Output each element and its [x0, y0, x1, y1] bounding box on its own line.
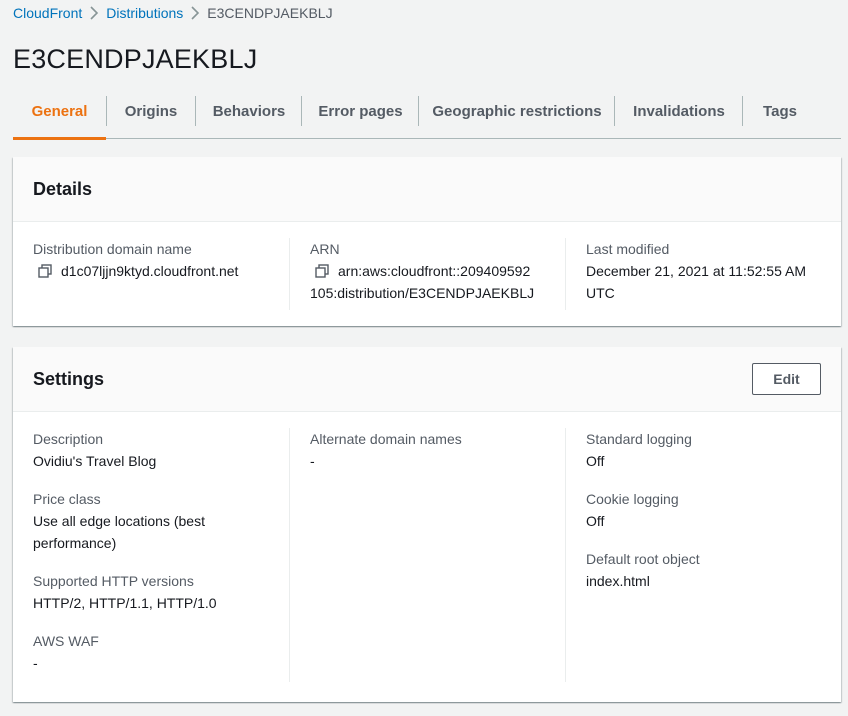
last-modified-field: Last modified December 21, 2021 at 11:52…	[586, 238, 826, 304]
description-value: Ovidiu's Travel Blog	[33, 453, 157, 469]
tab-label: General	[31, 103, 88, 120]
http-versions-value: HTTP/2, HTTP/1.1, HTTP/1.0	[33, 595, 217, 611]
last-modified-line2: UTC	[586, 285, 615, 301]
standard-logging-value: Off	[586, 453, 605, 469]
field-label: Description	[33, 431, 104, 447]
tab-divider	[106, 96, 107, 126]
tab-origins[interactable]: Origins	[106, 84, 196, 139]
default-root-object-field: Default root object index.html	[586, 548, 826, 592]
default-root-object-value: index.html	[586, 573, 650, 589]
last-modified-line1: December 21, 2021 at 11:52:55 AM	[586, 263, 806, 279]
breadcrumb-distributions-link[interactable]: Distributions	[106, 5, 183, 21]
edit-button[interactable]: Edit	[752, 363, 821, 395]
settings-panel: Settings Edit Description Ovidiu's Trave…	[13, 347, 841, 702]
tab-label: Behaviors	[212, 103, 286, 120]
http-versions-field: Supported HTTP versions HTTP/2, HTTP/1.1…	[33, 570, 288, 614]
field-label: Default root object	[586, 551, 700, 567]
field-label: Price class	[33, 491, 101, 507]
distribution-domain-value: d1c07ljjn9ktyd.cloudfront.net	[61, 263, 239, 279]
tab-error-pages[interactable]: Error pages	[302, 84, 419, 139]
column-divider	[565, 238, 566, 310]
field-label: ARN	[310, 241, 340, 257]
arn-field: ARN arn:aws:cloudfront::209409592 105:di…	[310, 238, 565, 304]
copy-icon[interactable]	[38, 260, 58, 282]
column-divider	[289, 238, 290, 310]
field-label: Last modified	[586, 241, 670, 257]
column-divider	[565, 428, 566, 682]
tab-general[interactable]: General	[13, 84, 106, 140]
settings-columns: Description Ovidiu's Travel Blog Price c…	[13, 412, 841, 702]
field-label: Distribution domain name	[33, 241, 192, 257]
settings-title: Settings	[33, 369, 105, 389]
field-label: Cookie logging	[586, 491, 679, 507]
settings-header: Settings Edit	[13, 347, 841, 412]
details-columns: Distribution domain name d1c07ljjn9ktyd.…	[13, 222, 841, 326]
aws-waf-field: AWS WAF -	[33, 630, 288, 674]
chevron-right-icon	[183, 4, 207, 22]
arn-value-line2: 105:distribution/E3CENDPJAEKBLJ	[310, 285, 535, 301]
tab-behaviors[interactable]: Behaviors	[196, 84, 302, 139]
cookie-logging-value: Off	[586, 513, 605, 529]
alternate-domains-field: Alternate domain names -	[310, 428, 565, 472]
tab-label: Geographic restrictions	[432, 103, 602, 120]
field-label: AWS WAF	[33, 633, 99, 649]
tab-invalidations[interactable]: Invalidations	[615, 84, 743, 139]
details-panel: Details Distribution domain name d1c07lj…	[13, 157, 841, 326]
price-class-line1: Use all edge locations (best	[33, 513, 205, 529]
breadcrumb-cloudfront-link[interactable]: CloudFront	[13, 5, 82, 21]
tab-label: Tags	[763, 103, 797, 120]
settings-column-2: Alternate domain names -	[310, 428, 565, 488]
distribution-domain-field: Distribution domain name d1c07ljjn9ktyd.…	[33, 238, 288, 282]
tab-tags[interactable]: Tags	[743, 84, 817, 139]
arn-value-line1: arn:aws:cloudfront::209409592	[338, 263, 531, 279]
tab-bar: General Origins Behaviors Error pages Ge…	[13, 84, 841, 140]
field-label: Supported HTTP versions	[33, 573, 194, 589]
copy-icon[interactable]	[315, 260, 335, 282]
alternate-domains-value: -	[310, 453, 315, 469]
details-header: Details	[13, 157, 841, 222]
settings-column-1: Description Ovidiu's Travel Blog Price c…	[33, 428, 288, 690]
price-class-line2: performance)	[33, 535, 117, 551]
tab-label: Origins	[124, 103, 178, 120]
column-divider	[289, 428, 290, 682]
cookie-logging-field: Cookie logging Off	[586, 488, 826, 532]
details-title: Details	[33, 179, 93, 199]
price-class-field: Price class Use all edge locations (best…	[33, 488, 288, 554]
tab-geographic-restrictions[interactable]: Geographic restrictions	[419, 84, 615, 139]
aws-waf-value: -	[33, 655, 38, 671]
description-field: Description Ovidiu's Travel Blog	[33, 428, 288, 472]
field-label: Standard logging	[586, 431, 692, 447]
page-title: E3CENDPJAEKBLJ	[13, 44, 258, 74]
tab-label: Invalidations	[633, 103, 725, 120]
settings-column-3: Standard logging Off Cookie logging Off …	[586, 428, 826, 608]
standard-logging-field: Standard logging Off	[586, 428, 826, 472]
copy-row: arn:aws:cloudfront::209409592	[310, 260, 565, 282]
breadcrumb: CloudFront Distributions E3CENDPJAEKBLJ	[13, 4, 333, 22]
copy-row: d1c07ljjn9ktyd.cloudfront.net	[33, 260, 288, 282]
tab-label: Error pages	[318, 103, 403, 120]
breadcrumb-current: E3CENDPJAEKBLJ	[207, 5, 333, 21]
chevron-right-icon	[82, 4, 106, 22]
field-label: Alternate domain names	[310, 431, 462, 447]
